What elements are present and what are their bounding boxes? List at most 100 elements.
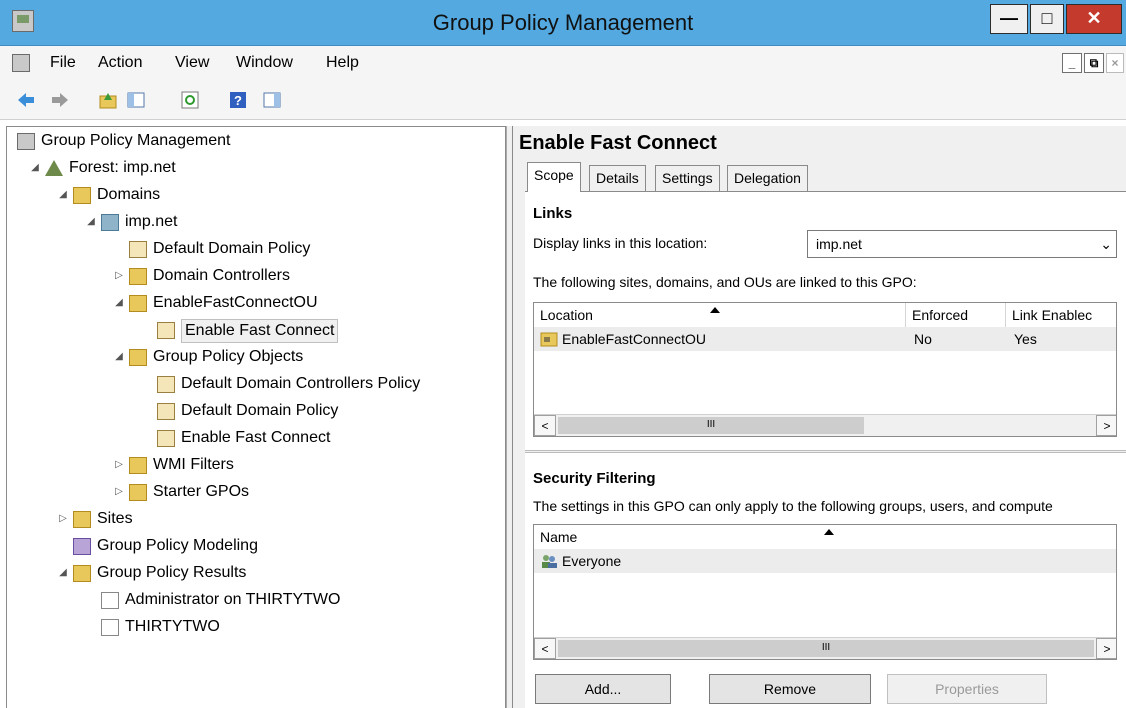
scope-panel: Links Display links in this location: im… — [525, 191, 1126, 708]
column-enforced[interactable]: Enforced — [906, 303, 1006, 327]
rep-icon — [101, 619, 119, 636]
links-heading: Links — [533, 205, 573, 222]
links-location-value: imp.net — [816, 236, 862, 252]
scroll-left-icon[interactable]: < — [534, 638, 556, 659]
menu-window[interactable]: Window — [236, 54, 293, 72]
table-row[interactable]: EnableFastConnectOU No Yes — [534, 327, 1116, 351]
links-horizontal-scrollbar[interactable]: < III > — [534, 414, 1116, 436]
expand-icon[interactable]: ▷ — [113, 265, 125, 287]
tree-node-label: Administrator on THIRTYTWO — [125, 591, 341, 608]
window-title: Group Policy Management — [432, 10, 694, 35]
collapse-icon[interactable]: ◢ — [85, 211, 97, 233]
security-principal-cell: Everyone — [562, 553, 622, 569]
child-minimize-button[interactable]: _ — [1062, 53, 1082, 73]
gpm-icon — [17, 133, 35, 150]
show-hide-console-tree-icon[interactable] — [126, 90, 146, 110]
folder-icon — [73, 565, 91, 582]
tree-node-label: Sites — [97, 510, 133, 527]
svg-text:?: ? — [234, 93, 242, 108]
tab-settings[interactable]: Settings — [655, 165, 720, 191]
security-filtering-heading: Security Filtering — [533, 470, 656, 487]
close-button[interactable]: ✕ — [1066, 4, 1122, 34]
tree-node-label: Starter GPOs — [153, 483, 250, 500]
console-icon[interactable] — [12, 54, 30, 72]
tree-node-label: Group Policy Objects — [153, 348, 304, 365]
security-filtering-list: Name Everyone < III > — [533, 524, 1117, 660]
tree-node-label: THIRTYTWO — [125, 618, 220, 635]
column-link-enabled[interactable]: Link Enablec — [1006, 303, 1116, 327]
scroll-left-icon[interactable]: < — [534, 415, 556, 436]
doc-icon — [157, 430, 175, 447]
link-enforced-cell: No — [914, 331, 932, 347]
collapse-icon[interactable]: ◢ — [57, 562, 69, 584]
folder-icon — [129, 457, 147, 474]
links-list: Location Enforced Link Enablec EnableFas… — [533, 302, 1117, 437]
ou-folder-icon — [540, 332, 558, 347]
dom-icon — [101, 214, 119, 231]
child-close-button[interactable]: × — [1106, 53, 1124, 73]
title-bar: Group Policy Management — □ ✕ — [0, 0, 1126, 46]
section-splitter[interactable] — [525, 450, 1126, 453]
collapse-icon[interactable]: ◢ — [29, 157, 41, 179]
group-users-icon — [542, 555, 557, 568]
folder-icon — [129, 484, 147, 501]
tab-details[interactable]: Details — [589, 165, 646, 191]
up-folder-icon[interactable] — [98, 90, 118, 110]
tree-node-label: Domains — [97, 186, 161, 203]
linked-description: The following sites, domains, and OUs ar… — [533, 274, 917, 290]
table-row[interactable]: Everyone — [534, 549, 1116, 573]
menu-view[interactable]: View — [175, 54, 209, 72]
links-location-select[interactable]: imp.net ⌄ — [807, 230, 1117, 258]
expand-icon[interactable]: ▷ — [57, 508, 69, 530]
collapse-icon[interactable]: ◢ — [57, 184, 69, 206]
tree-node-label: Enable Fast Connect — [181, 319, 339, 343]
scroll-thumb[interactable]: III — [558, 640, 1094, 657]
security-horizontal-scrollbar[interactable]: < III > — [534, 637, 1116, 659]
menu-help[interactable]: Help — [326, 54, 359, 72]
tree-node-label: Default Domain Controllers Policy — [181, 375, 421, 392]
tree-node-label: Enable Fast Connect — [181, 429, 331, 446]
add-button[interactable]: Add... — [535, 674, 671, 704]
tree-node-label: Group Policy Results — [97, 564, 247, 581]
sort-ascending-icon — [710, 307, 720, 313]
tree-node-label: Group Policy Management — [41, 132, 231, 149]
collapse-icon[interactable]: ◢ — [113, 292, 125, 314]
doc-icon — [129, 241, 147, 258]
menu-action[interactable]: Action — [98, 54, 142, 72]
refresh-icon[interactable] — [180, 90, 200, 110]
maximize-button[interactable]: □ — [1030, 4, 1064, 34]
doc-icon — [157, 376, 175, 393]
child-restore-button[interactable]: ⧉ — [1084, 53, 1104, 73]
collapse-icon[interactable]: ◢ — [113, 346, 125, 368]
tree-node-label: Default Domain Policy — [181, 402, 339, 419]
console-tree: Group Policy Management ◢ Forest: imp.net ◢… — [6, 126, 506, 708]
chevron-down-icon[interactable]: ⌄ — [1100, 231, 1112, 257]
minimize-button[interactable]: — — [990, 4, 1028, 34]
link-enabled-cell: Yes — [1014, 331, 1037, 347]
expand-icon[interactable]: ▷ — [113, 454, 125, 476]
tree-node-label: imp.net — [125, 213, 178, 230]
forward-icon[interactable] — [50, 90, 70, 110]
scroll-right-icon[interactable]: > — [1096, 415, 1116, 436]
scroll-right-icon[interactable]: > — [1096, 638, 1116, 659]
remove-button[interactable]: Remove — [709, 674, 871, 704]
tab-scope[interactable]: Scope — [527, 162, 581, 192]
back-icon[interactable] — [16, 90, 36, 110]
help-icon[interactable]: ? — [228, 90, 248, 110]
doc-icon — [157, 322, 175, 339]
menu-file[interactable]: File — [50, 54, 76, 72]
security-filtering-description: The settings in this GPO can only apply … — [533, 498, 1053, 514]
properties-button[interactable]: Properties — [887, 674, 1047, 704]
tree-node-label: Domain Controllers — [153, 267, 290, 284]
toolbar: ? — [0, 80, 1126, 120]
tree-node-label: Default Domain Policy — [153, 240, 311, 257]
show-action-pane-icon[interactable] — [262, 90, 282, 110]
link-location-cell: EnableFastConnectOU — [562, 331, 706, 347]
expand-icon[interactable]: ▷ — [113, 481, 125, 503]
doc-icon — [157, 403, 175, 420]
tab-delegation[interactable]: Delegation — [727, 165, 808, 191]
column-location[interactable]: Location — [534, 303, 906, 327]
forest-icon — [45, 160, 63, 176]
gpo-title: Enable Fast Connect — [519, 132, 717, 154]
scroll-thumb[interactable]: III — [558, 417, 864, 434]
